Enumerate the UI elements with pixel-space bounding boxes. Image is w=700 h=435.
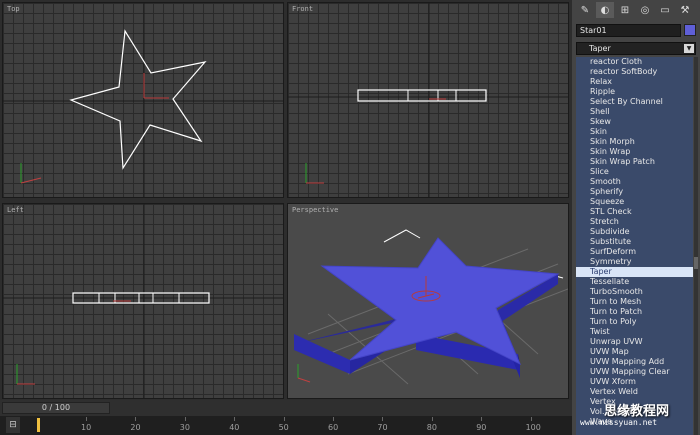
timeline-tick-label: 80	[426, 423, 437, 432]
front-view-canvas	[288, 3, 568, 197]
modifier-list-scrollbar[interactable]	[694, 57, 698, 435]
timeline-tick-label: 70	[377, 423, 388, 432]
left-view-canvas	[3, 204, 283, 398]
watermark-url: www.missyuan.net	[580, 418, 658, 427]
modifier-list-item[interactable]: Smooth	[576, 177, 693, 187]
timeline-tick-label: 10	[81, 423, 92, 432]
modifier-list-item[interactable]: Substitute	[576, 237, 693, 247]
timeline-tick-label: 50	[278, 423, 289, 432]
modifier-list-item[interactable]: Symmetry	[576, 257, 693, 267]
modifier-list-item[interactable]: Skin Wrap	[576, 147, 693, 157]
modifier-list-item[interactable]: Turn to Mesh	[576, 297, 693, 307]
time-slider[interactable]: 0 / 100	[2, 402, 110, 414]
modifier-list-item[interactable]: Shell	[576, 107, 693, 117]
modifier-list-item[interactable]: Subdivide	[576, 227, 693, 237]
timeline-tick-label: 60	[328, 423, 339, 432]
timeline-tick-label: 30	[179, 423, 190, 432]
timeline-tick	[481, 417, 483, 421]
timeline-tick	[184, 417, 186, 421]
object-name-field[interactable]: Star01	[576, 24, 681, 37]
modifier-list[interactable]: reactor Cloth reactor SoftBody Relax Ripple…	[576, 57, 693, 435]
modifier-list-item[interactable]: Select By Channel	[576, 97, 693, 107]
timeline-area: 0 / 100 ⊟ 10 20 30 40 50 60 70 80 90 100	[0, 400, 572, 435]
timeline-tick-label: 100	[525, 423, 541, 432]
viewport-front[interactable]: Front	[287, 2, 569, 198]
timeline-tick	[234, 417, 236, 421]
modifier-list-value: Taper	[589, 44, 611, 53]
app-window: Top Front Left Perspective ✎ ◐ ⊞ ◎ ▭ ⚒ S…	[0, 0, 700, 435]
timeline-tick-label: 20	[130, 423, 141, 432]
modifier-list-item[interactable]: Skin Morph	[576, 137, 693, 147]
modifier-list-item[interactable]: UVW Map	[576, 347, 693, 357]
object-color-swatch[interactable]	[684, 24, 696, 36]
star-profile-front	[357, 89, 487, 102]
modifier-list-item[interactable]: Unwrap UVW	[576, 337, 693, 347]
modifier-list-item[interactable]: UVW Xform	[576, 377, 693, 387]
create-tab-icon[interactable]: ✎	[576, 2, 594, 18]
timeline-tick-label: 90	[476, 423, 487, 432]
watermark-text: 思缘教程网	[604, 404, 670, 419]
viewport-top[interactable]: Top	[2, 2, 284, 198]
chevron-down-icon[interactable]: ▼	[684, 44, 694, 53]
timeline-tick	[135, 417, 137, 421]
motion-tab-icon[interactable]: ◎	[636, 2, 654, 18]
hierarchy-tab-icon[interactable]: ⊞	[616, 2, 634, 18]
viewport-perspective[interactable]: Perspective	[287, 203, 569, 399]
modifier-list-item[interactable]: Skew	[576, 117, 693, 127]
time-cursor[interactable]	[37, 418, 40, 432]
timeline-track[interactable]: ⊟ 10 20 30 40 50 60 70 80 90 100	[0, 416, 572, 435]
modifier-list-item[interactable]: Twist	[576, 327, 693, 337]
top-view-canvas	[3, 3, 283, 197]
timeline-tick	[382, 417, 384, 421]
modifier-list-item[interactable]: reactor Cloth	[576, 57, 693, 67]
timeline-tick	[333, 417, 334, 421]
modifier-list-item[interactable]: Turn to Patch	[576, 307, 693, 317]
viewport-left[interactable]: Left	[2, 203, 284, 399]
timeline-tick	[431, 417, 433, 421]
command-panel-tabs: ✎ ◐ ⊞ ◎ ▭ ⚒	[574, 2, 698, 20]
perspective-view-canvas	[294, 229, 568, 385]
modifier-list-item[interactable]: STL Check	[576, 207, 693, 217]
modifier-list-item[interactable]: TurboSmooth	[576, 287, 693, 297]
modifier-list-item[interactable]: Skin	[576, 127, 693, 137]
modifier-list-item[interactable]: Turn to Poly	[576, 317, 693, 327]
display-tab-icon[interactable]: ▭	[656, 2, 674, 18]
modifier-list-item[interactable]: Ripple	[576, 87, 693, 97]
modifier-list-item[interactable]: Squeeze	[576, 197, 693, 207]
scrollbar-thumb[interactable]	[694, 257, 698, 269]
modifier-list-item[interactable]: Relax	[576, 77, 693, 87]
star-mesh-perspective	[294, 237, 560, 378]
timeline-tick	[283, 417, 285, 421]
modifier-list-item[interactable]: SurfDeform	[576, 247, 693, 257]
key-filter-icon[interactable]: ⊟	[6, 417, 20, 433]
timeline-tick	[530, 417, 532, 421]
modifier-list-item[interactable]: reactor SoftBody	[576, 67, 693, 77]
modifier-list-item[interactable]: UVW Mapping Clear	[576, 367, 693, 377]
modify-tab-icon[interactable]: ◐	[596, 2, 614, 18]
modifier-list-item[interactable]: Skin Wrap Patch	[576, 157, 693, 167]
command-panel: ✎ ◐ ⊞ ◎ ▭ ⚒ Star01 Taper ▼ reactor Cloth…	[572, 0, 700, 435]
timeline-tick-label: 40	[229, 423, 240, 432]
modifier-list-item[interactable]: Spherify	[576, 187, 693, 197]
modifier-list-dropdown[interactable]: Taper ▼	[576, 42, 696, 55]
timeline-tick	[86, 417, 87, 421]
star-outline-top	[69, 29, 207, 170]
modifier-list-item[interactable]: Tessellate	[576, 277, 693, 287]
modifier-list-item[interactable]: Stretch	[576, 217, 693, 227]
utilities-tab-icon[interactable]: ⚒	[676, 2, 694, 18]
modifier-list-item[interactable]: Taper	[576, 267, 693, 277]
modifier-list-item[interactable]: Slice	[576, 167, 693, 177]
modifier-list-item[interactable]: UVW Mapping Add	[576, 357, 693, 367]
modifier-list-item[interactable]: Vertex Weld	[576, 387, 693, 397]
